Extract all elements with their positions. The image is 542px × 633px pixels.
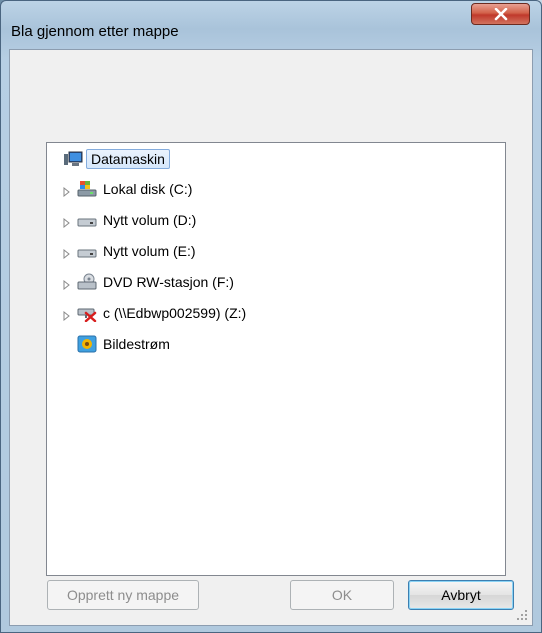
cancel-button[interactable]: Avbryt	[408, 580, 514, 610]
expand-arrow-icon[interactable]	[63, 215, 73, 229]
new-folder-button[interactable]: Opprett ny mappe	[47, 580, 199, 610]
tree-item-label: Datamaskin	[86, 149, 170, 169]
close-button[interactable]	[471, 3, 530, 25]
tree-item-drive-z[interactable]: c (\\Edbwp002599) (Z:)	[63, 299, 246, 327]
expand-arrow-icon[interactable]	[63, 184, 73, 198]
system-drive-icon	[77, 180, 97, 198]
computer-icon	[63, 150, 83, 168]
expand-arrow-icon[interactable]	[63, 246, 73, 260]
disconnected-network-drive-icon	[77, 304, 97, 323]
window-title: Bla gjennom etter mappe	[11, 23, 179, 40]
expand-arrow-icon[interactable]	[63, 308, 73, 322]
tree-item-label: c (\\Edbwp002599) (Z:)	[103, 305, 247, 321]
expand-arrow-icon[interactable]	[63, 277, 73, 291]
tree-item-drive-e[interactable]: Nytt volum (E:)	[63, 237, 196, 265]
dialog-body: Datamaskin Lokal disk (C:) Nytt volum (D…	[9, 49, 533, 626]
tree-item-label: Nytt volum (D:)	[103, 212, 197, 228]
close-icon	[494, 8, 508, 21]
tree-item-drive-c[interactable]: Lokal disk (C:)	[63, 175, 192, 203]
tree-item-computer[interactable]: Datamaskin	[63, 145, 170, 173]
tree-item-label: DVD RW-stasjon (F:)	[103, 274, 234, 290]
folder-browser-dialog: Bla gjennom etter mappe Datamaskin Lokal…	[0, 0, 542, 633]
drive-icon	[77, 242, 97, 260]
tree-item-photostream[interactable]: Bildestrøm	[77, 330, 170, 358]
tree-item-label: Nytt volum (E:)	[103, 243, 196, 259]
resize-grip-icon[interactable]	[516, 609, 528, 621]
tree-item-drive-d[interactable]: Nytt volum (D:)	[63, 206, 196, 234]
tree-item-label: Bildestrøm	[103, 336, 170, 352]
folder-tree[interactable]: Datamaskin Lokal disk (C:) Nytt volum (D…	[46, 142, 506, 576]
tree-item-label: Lokal disk (C:)	[103, 181, 193, 197]
drive-icon	[77, 211, 97, 229]
ok-button[interactable]: OK	[290, 580, 394, 610]
tree-item-drive-f[interactable]: DVD RW-stasjon (F:)	[63, 268, 234, 296]
title-bar[interactable]: Bla gjennom etter mappe	[1, 1, 541, 40]
dvd-drive-icon	[77, 273, 97, 291]
photostream-icon	[77, 335, 97, 353]
